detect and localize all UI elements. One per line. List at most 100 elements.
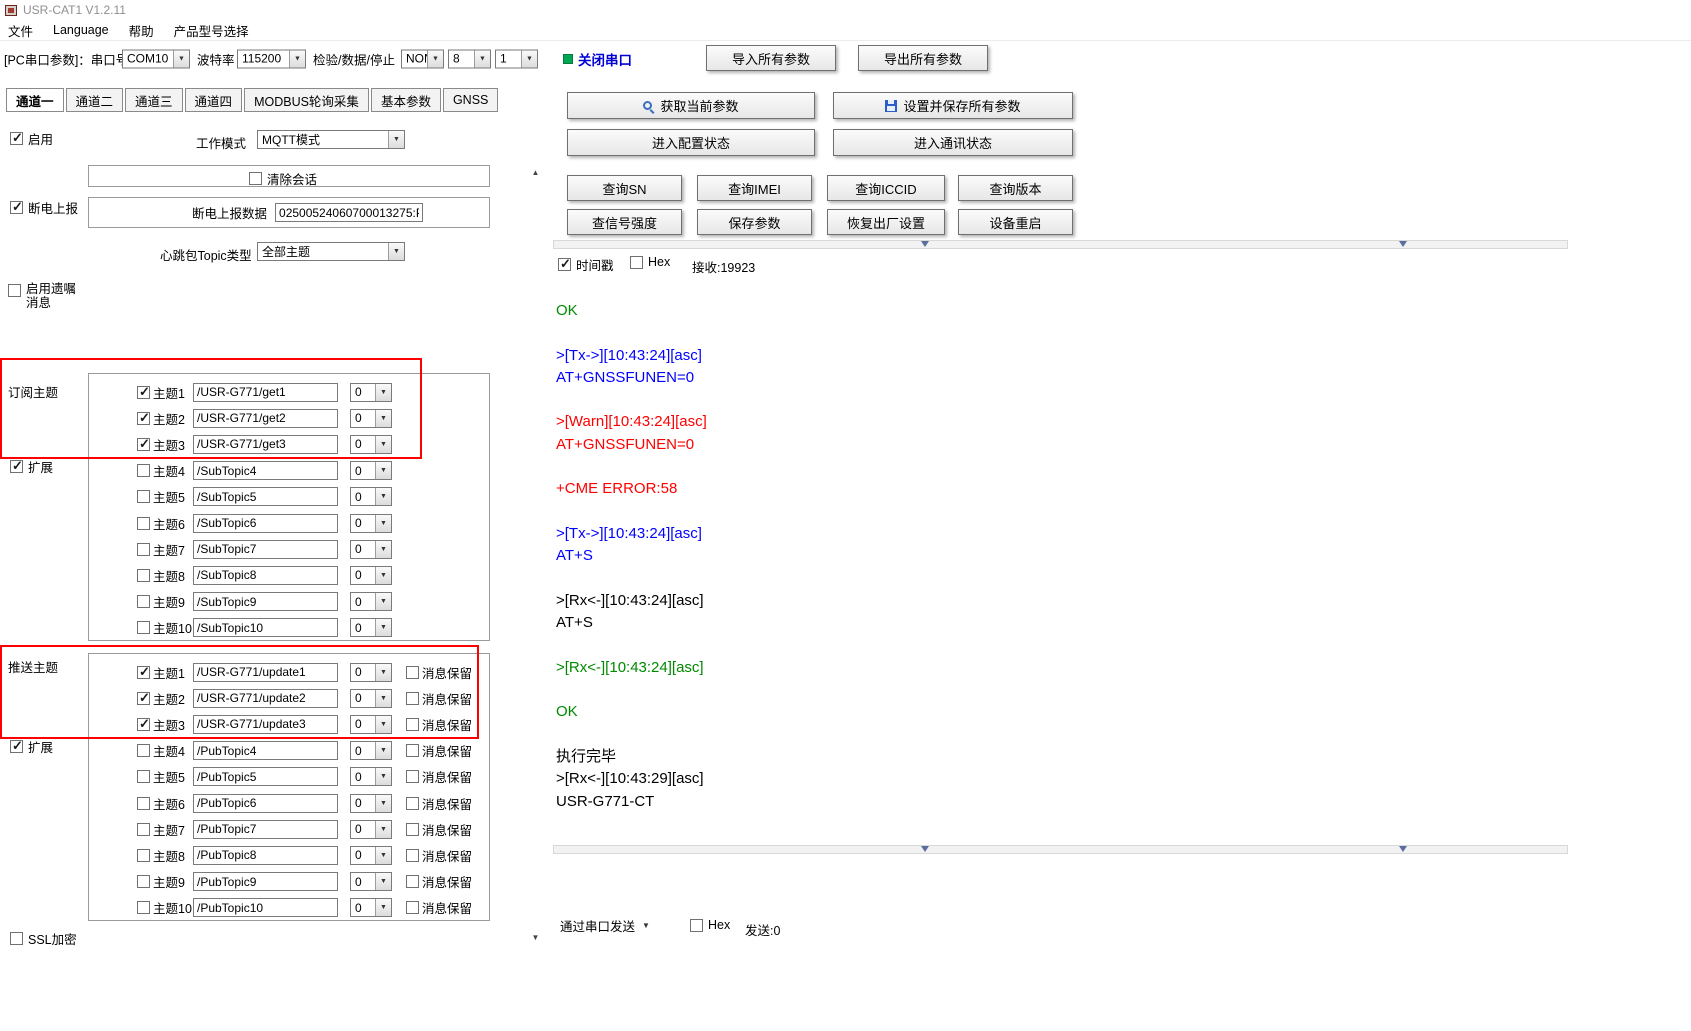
data-bits-select[interactable]: 8 ▼ <box>448 49 491 68</box>
topic-input[interactable] <box>193 514 338 533</box>
chevron-down-icon[interactable]: ▼ <box>289 50 305 67</box>
chevron-down-icon[interactable]: ▼ <box>375 541 391 558</box>
chevron-down-icon[interactable]: ▼ <box>375 899 391 916</box>
retain-checkbox[interactable] <box>406 797 419 810</box>
chevron-down-icon[interactable]: ▼ <box>474 50 490 67</box>
chevron-down-icon[interactable]: ▼ <box>375 384 391 401</box>
ssl-checkbox[interactable] <box>10 932 23 945</box>
topic-input[interactable] <box>193 794 338 813</box>
retain-checkbox[interactable] <box>406 875 419 888</box>
scroll-down-icon[interactable]: ▼ <box>527 933 544 947</box>
topic-enable-checkbox[interactable] <box>137 797 150 810</box>
power-report-checkbox[interactable] <box>10 201 23 214</box>
enter-config-button[interactable]: 进入配置状态 <box>567 129 815 156</box>
chevron-down-icon[interactable]: ▼ <box>375 768 391 785</box>
topic-enable-checkbox[interactable] <box>137 412 150 425</box>
topic-enable-checkbox[interactable] <box>137 438 150 451</box>
log-top-scrollbar[interactable] <box>553 240 1568 249</box>
query-imei-button[interactable]: 查询IMEI <box>697 175 812 201</box>
export-params-button[interactable]: 导出所有参数 <box>858 45 988 71</box>
chevron-down-icon[interactable]: ▼ <box>375 664 391 681</box>
device-restart-button[interactable]: 设备重启 <box>958 209 1073 235</box>
qos-select[interactable]: 0 ▼ <box>350 409 392 428</box>
topic-input[interactable] <box>193 487 338 506</box>
chevron-down-icon[interactable]: ▼ <box>375 716 391 733</box>
chevron-down-icon[interactable]: ▼ <box>521 50 537 67</box>
qos-select[interactable]: 0 ▼ <box>350 689 392 708</box>
retain-checkbox[interactable] <box>406 901 419 914</box>
topic-enable-checkbox[interactable] <box>137 823 150 836</box>
factory-reset-button[interactable]: 恢复出厂设置 <box>827 209 945 235</box>
chevron-down-icon[interactable]: ▼ <box>375 567 391 584</box>
topic-input[interactable] <box>193 689 338 708</box>
chevron-down-icon[interactable]: ▼ <box>375 821 391 838</box>
menu-item[interactable]: Language <box>53 23 109 37</box>
enter-comm-button[interactable]: 进入通讯状态 <box>833 129 1073 156</box>
work-mode-select[interactable]: MQTT模式 ▼ <box>257 130 405 149</box>
topic-enable-checkbox[interactable] <box>137 770 150 783</box>
log-bottom-scrollbar[interactable] <box>553 845 1568 854</box>
chevron-down-icon[interactable]: ▼ <box>375 410 391 427</box>
topic-input[interactable] <box>193 592 338 611</box>
topic-input[interactable] <box>193 383 338 402</box>
topic-enable-checkbox[interactable] <box>137 595 150 608</box>
tab-0[interactable]: 通道一 <box>6 88 64 112</box>
query-version-button[interactable]: 查询版本 <box>958 175 1073 201</box>
qos-select[interactable]: 0 ▼ <box>350 846 392 865</box>
topic-enable-checkbox[interactable] <box>137 901 150 914</box>
heartbeat-topic-select[interactable]: 全部主题 ▼ <box>257 242 405 261</box>
tab-2[interactable]: 通道三 <box>125 88 183 112</box>
qos-select[interactable]: 0 ▼ <box>350 566 392 585</box>
topic-enable-checkbox[interactable] <box>137 849 150 862</box>
topic-input[interactable] <box>193 409 338 428</box>
com-port-select[interactable]: COM10 ▼ <box>122 49 190 68</box>
qos-select[interactable]: 0 ▼ <box>350 872 392 891</box>
topic-enable-checkbox[interactable] <box>137 692 150 705</box>
save-params-button[interactable]: 保存参数 <box>697 209 812 235</box>
topic-enable-checkbox[interactable] <box>137 543 150 556</box>
qos-select[interactable]: 0 ▼ <box>350 794 392 813</box>
import-params-button[interactable]: 导入所有参数 <box>706 45 836 71</box>
chevron-down-icon[interactable]: ▼ <box>388 131 404 148</box>
retain-checkbox[interactable] <box>406 718 419 731</box>
topic-input[interactable] <box>193 846 338 865</box>
timestamp-checkbox[interactable] <box>558 258 571 271</box>
qos-select[interactable]: 0 ▼ <box>350 663 392 682</box>
topic-enable-checkbox[interactable] <box>137 875 150 888</box>
chevron-down-icon[interactable]: ▼ <box>375 847 391 864</box>
topic-input[interactable] <box>193 872 338 891</box>
tab-4[interactable]: MODBUS轮询采集 <box>244 88 369 112</box>
hex-checkbox[interactable] <box>630 256 643 269</box>
chevron-down-icon[interactable]: ▼ <box>375 690 391 707</box>
chevron-down-icon[interactable]: ▼ <box>388 243 404 260</box>
retain-checkbox[interactable] <box>406 666 419 679</box>
chevron-down-icon[interactable]: ▼ <box>375 619 391 636</box>
topic-input[interactable] <box>193 715 338 734</box>
menu-item[interactable]: 产品型号选择 <box>174 21 249 40</box>
chevron-down-icon[interactable]: ▼ <box>375 488 391 505</box>
menu-item[interactable]: 文件 <box>8 21 33 40</box>
qos-select[interactable]: 0 ▼ <box>350 898 392 917</box>
qos-select[interactable]: 0 ▼ <box>350 514 392 533</box>
chevron-down-icon[interactable]: ▼ <box>375 795 391 812</box>
send-hex-checkbox[interactable] <box>690 919 703 932</box>
parity-select[interactable]: NONI ▼ <box>401 49 444 68</box>
topic-enable-checkbox[interactable] <box>137 490 150 503</box>
send-via-serial-button[interactable]: 通过串口发送 ▼ <box>560 916 650 935</box>
menu-item[interactable]: 帮助 <box>129 21 154 40</box>
topic-input[interactable] <box>193 435 338 454</box>
qos-select[interactable]: 0 ▼ <box>350 592 392 611</box>
scroll-up-icon[interactable]: ▲ <box>527 168 544 182</box>
chevron-down-icon[interactable]: ▼ <box>173 50 189 67</box>
topic-enable-checkbox[interactable] <box>137 569 150 582</box>
qos-select[interactable]: 0 ▼ <box>350 540 392 559</box>
topic-input[interactable] <box>193 767 338 786</box>
qos-select[interactable]: 0 ▼ <box>350 461 392 480</box>
topic-input[interactable] <box>193 820 338 839</box>
qos-select[interactable]: 0 ▼ <box>350 820 392 839</box>
tab-5[interactable]: 基本参数 <box>371 88 441 112</box>
qos-select[interactable]: 0 ▼ <box>350 741 392 760</box>
topic-input[interactable] <box>193 898 338 917</box>
retain-checkbox[interactable] <box>406 744 419 757</box>
topic-enable-checkbox[interactable] <box>137 744 150 757</box>
